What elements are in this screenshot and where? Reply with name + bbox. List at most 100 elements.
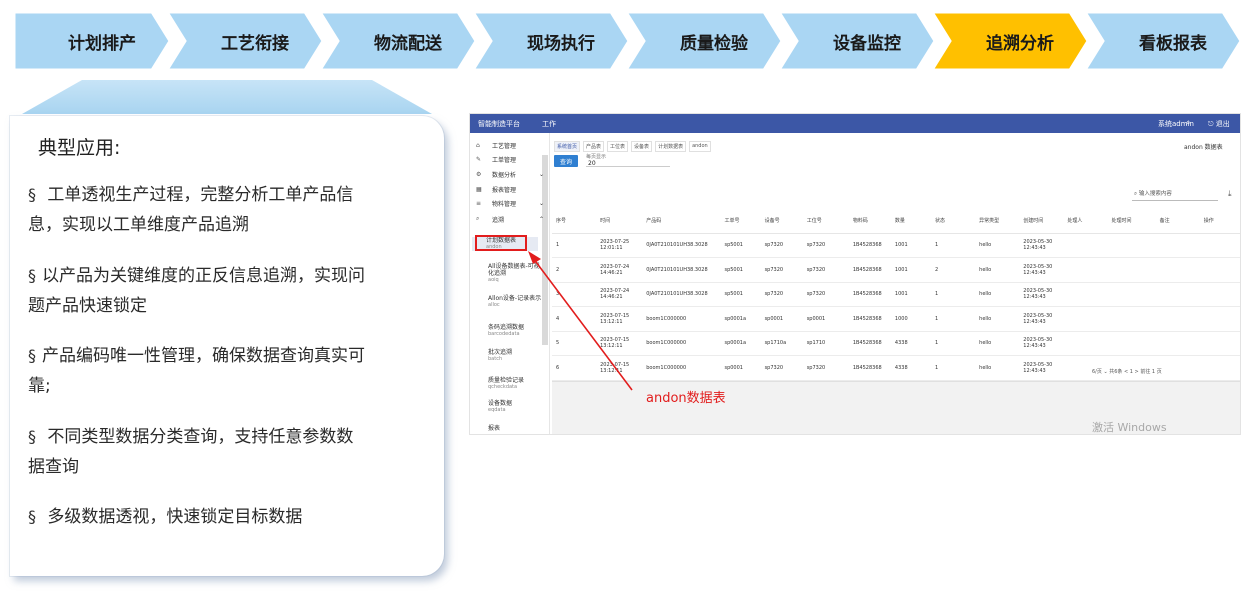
table-cell: 1B4528368 — [848, 257, 891, 283]
column-header[interactable]: 操作 — [1199, 209, 1240, 234]
tab[interactable]: 设备表 — [631, 141, 653, 152]
table-row[interactable]: 5 2023-07-15 13:12:11 boom1C000000 sp0001a s… — [552, 331, 1240, 356]
step-label: 物流配送 — [374, 33, 442, 54]
step-2[interactable]: 工艺衔接 — [167, 10, 325, 72]
menu-icon: ✎ — [476, 155, 482, 163]
table-cell: 1 — [931, 233, 976, 258]
app-module[interactable]: 工作 — [542, 119, 556, 129]
logout-button[interactable]: ⎋ 退出 — [1208, 119, 1230, 129]
table-row[interactable]: 4 2023-07-15 13:12:11 boom1C000000 sp0001a s… — [552, 306, 1240, 332]
page-size-field[interactable]: 每页显示 20 — [586, 153, 670, 167]
column-header[interactable]: 物料码 — [848, 209, 891, 234]
table-row[interactable]: 3 2023-07-24 14:46:21 0JA0T210101UH38.3028… — [552, 282, 1240, 307]
sidebar-subitem[interactable]: 质量检验记录 qcheckdata — [474, 377, 544, 391]
table-cell — [1063, 233, 1108, 258]
step-8[interactable]: 看板报表 — [1085, 10, 1243, 72]
step-label: 计划排产 — [68, 33, 136, 54]
subitem-code: batch — [488, 356, 503, 362]
sidebar-item[interactable]: ⌂ 工艺管理 — [476, 139, 546, 151]
callout-pointer — [22, 80, 432, 114]
bullet-item: § 产品编码唯一性管理，确保数据查询真实可靠; — [28, 341, 368, 401]
table-cell: sp7320 — [802, 282, 849, 307]
subitem-label: 报表 — [488, 425, 501, 432]
table-cell: sp7320 — [760, 257, 803, 283]
column-header[interactable]: 工位号 — [802, 209, 849, 234]
menu-icon: ▦ — [476, 185, 482, 193]
table-row[interactable]: 2 2023-07-24 14:46:21 0JA0T210101UH38.3028… — [552, 257, 1240, 283]
bullet-mark: § — [28, 185, 36, 204]
tab[interactable]: 计划数据表 — [655, 141, 687, 152]
sidebar-item[interactable]: ⌕ 追溯 ⌃ — [476, 213, 546, 225]
column-header[interactable]: 工单号 — [720, 209, 761, 234]
sidebar-subitem[interactable]: All设备数据表-可视化追溯 aoiq — [474, 263, 544, 284]
bullet-mark: § — [28, 507, 36, 526]
search-input[interactable]: ⌕ 输入搜索内容 — [1132, 189, 1218, 201]
bullet-text: 以产品为关键维度的正反信息追溯，实现问题产品快速锁定 — [28, 266, 365, 316]
sidebar-subitem[interactable]: 报表 — [474, 425, 544, 432]
subitem-label: 条码追溯数据 — [488, 324, 525, 331]
column-header[interactable]: 序号 — [552, 209, 597, 234]
column-header[interactable]: 处理时间 — [1107, 209, 1156, 234]
tab[interactable]: 系统首页 — [554, 141, 581, 152]
subitem-code: alloc — [488, 302, 500, 308]
step-6[interactable]: 设备监控 — [779, 10, 937, 72]
column-header[interactable]: 产品码 — [642, 209, 721, 234]
sidebar-subitem[interactable]: 设备数据 eqdata — [474, 400, 544, 414]
column-header[interactable]: 设备号 — [760, 209, 803, 234]
pagination[interactable]: 6/页 ⌄ 共6条 < 1 > 前往 1 页 — [1092, 368, 1162, 375]
table-cell: 4338 — [890, 331, 932, 356]
download-icon[interactable]: ⤓ — [1228, 189, 1232, 199]
table-cell: 1B4528368 — [848, 282, 891, 307]
table-cell: 4338 — [890, 355, 932, 381]
table-cell: 2 — [931, 257, 976, 283]
table-cell: hello — [975, 306, 1020, 332]
sidebar-item[interactable]: ▦ 报表管理 — [476, 183, 546, 195]
subitem-code: qcheckdata — [488, 384, 518, 390]
table-cell: 0JA0T210101UH38.3028 — [642, 233, 721, 258]
table-cell: 4 — [552, 306, 597, 332]
column-header[interactable]: 创建时间 — [1019, 209, 1064, 234]
subitem-label: Allon设备-记录表示 — [488, 295, 542, 302]
table-cell: 1 — [931, 355, 976, 381]
table-cell: 2023-07-25 12:01:11 — [596, 233, 643, 258]
column-header[interactable]: 备注 — [1155, 209, 1200, 234]
tab[interactable]: 工位表 — [607, 141, 629, 152]
chevron-icon: ⌃ — [538, 215, 544, 223]
step-1[interactable]: 计划排产 — [14, 10, 172, 72]
query-button[interactable]: 查询 — [554, 155, 578, 167]
column-header[interactable]: 异常类型 — [975, 209, 1020, 234]
table-cell: 1001 — [890, 233, 932, 258]
table-cell: 2023-07-24 14:46:21 — [596, 257, 643, 283]
sidebar-item[interactable]: ⚙ 数据分析 ⌄ — [476, 168, 546, 180]
sidebar-subitem[interactable]: 条码追溯数据 barcodedata — [474, 324, 544, 338]
table-cell: 0JA0T210101UH38.3028 — [642, 282, 721, 307]
column-header[interactable]: 处理人 — [1063, 209, 1108, 234]
sidebar-item[interactable]: ≡ 物料管理 ⌄ — [476, 197, 546, 209]
step-5[interactable]: 质量检验 — [626, 10, 784, 72]
sidebar-item[interactable]: ✎ 工单管理 — [476, 153, 546, 165]
column-header[interactable]: 数量 — [890, 209, 932, 234]
table-row[interactable]: 1 2023-07-25 12:01:11 0JA0T210101UH38.3028… — [552, 233, 1240, 258]
table-cell — [1199, 331, 1240, 356]
sidebar-subitem[interactable]: Allon设备-记录表示 alloc — [474, 295, 544, 309]
sidebar-subitem[interactable]: 批次追溯 batch — [474, 349, 544, 363]
table-cell: 1 — [931, 306, 976, 332]
table-cell: 2023-07-15 13:12:11 — [596, 331, 643, 356]
step-7[interactable]: 追溯分析 — [932, 10, 1090, 72]
table-cell: sp7320 — [760, 282, 803, 307]
search-icon[interactable]: ⌕ — [1186, 118, 1190, 128]
table-cell: 2023-05-30 12:43:43 — [1019, 306, 1064, 332]
bullet-text: 产品编码唯一性管理，确保数据查询真实可靠; — [28, 346, 365, 396]
tab[interactable]: andon — [689, 141, 711, 152]
chevron-icon: ⌄ — [538, 199, 544, 207]
table-cell: sp0001a — [720, 306, 761, 332]
tab[interactable]: 产品表 — [583, 141, 605, 152]
column-header[interactable]: 时间 — [596, 209, 643, 234]
step-3[interactable]: 物流配送 — [320, 10, 478, 72]
app-sidebar: ⌂ 工艺管理 ✎ 工单管理 ⚙ 数据分析 ⌄ ▦ 报表管理 ≡ 物料管理 ⌄ ⌕ 追溯 ⌃ 计划数据表 ando… — [470, 133, 550, 434]
step-4[interactable]: 现场执行 — [473, 10, 631, 72]
column-header[interactable]: 状态 — [931, 209, 976, 234]
table-cell: 2023-05-30 12:43:43 — [1019, 233, 1064, 258]
chevron-icon: ⌄ — [538, 170, 544, 178]
table-cell: 5 — [552, 331, 597, 356]
